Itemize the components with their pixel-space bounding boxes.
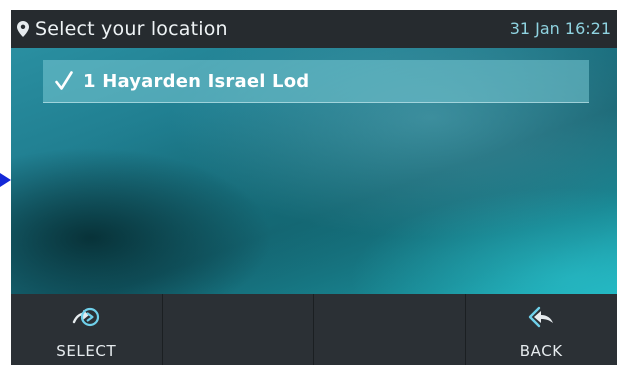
softkey-empty-3[interactable] [314,294,466,365]
back-arrow-icon [526,306,556,328]
softkey-empty-2[interactable] [163,294,314,365]
header-bar: Select your location 31 Jan 16:21 [11,10,617,48]
select-softkey-label: SELECT [56,342,117,360]
page-title: Select your location [35,18,228,40]
select-softkey[interactable]: SELECT [11,294,163,365]
list-item-location[interactable]: 1 Hayarden Israel Lod [43,60,589,103]
date-time-display: 31 Jan 16:21 [509,19,611,38]
phone-screen: Select your location 31 Jan 16:21 1 Haya… [11,10,617,365]
checkmark-icon [55,71,73,91]
back-softkey[interactable]: BACK [466,294,617,365]
select-arrow-icon [71,306,101,328]
softkey-bar: SELECT BACK [11,294,617,365]
list-item-label: 1 Hayarden Israel Lod [83,70,310,92]
back-softkey-label: BACK [519,342,563,360]
page: Select your location 31 Jan 16:21 1 Haya… [0,0,617,365]
content-area: 1 Hayarden Israel Lod [11,48,617,294]
location-pin-icon [17,21,29,37]
header-title-group: Select your location [11,18,228,40]
pointer-arrow-icon [0,173,11,187]
